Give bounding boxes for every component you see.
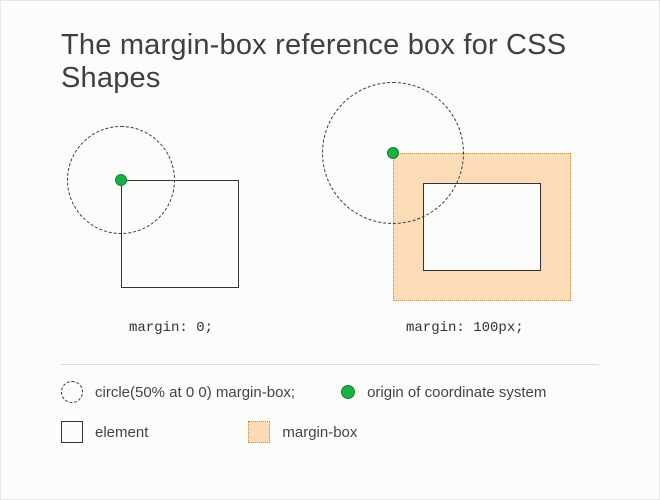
- dashed-circle-icon: [61, 381, 83, 403]
- legend-row: circle(50% at 0 0) margin-box; origin of…: [61, 381, 599, 403]
- legend-label: element: [95, 424, 148, 441]
- legend-divider: [61, 364, 599, 365]
- origin-dot-icon: [115, 174, 127, 186]
- diagram-caption: margin: 100px;: [406, 320, 524, 336]
- legend-item-element: element: [61, 421, 148, 443]
- element-box-icon: [61, 421, 83, 443]
- legend-label: circle(50% at 0 0) margin-box;: [95, 384, 295, 401]
- legend-item-origin: origin of coordinate system: [341, 384, 546, 401]
- origin-dot-icon: [387, 147, 399, 159]
- legend-label: origin of coordinate system: [367, 384, 546, 401]
- legend: circle(50% at 0 0) margin-box; origin of…: [61, 381, 599, 443]
- diagram-caption: margin: 0;: [129, 320, 213, 336]
- margin-box-icon: [248, 421, 270, 443]
- legend-row: element margin-box: [61, 421, 599, 443]
- diagram-frame: The margin-box reference box for CSS Sha…: [0, 0, 660, 500]
- page-title: The margin-box reference box for CSS Sha…: [61, 1, 599, 95]
- legend-item-margin-box: margin-box: [248, 421, 357, 443]
- origin-dot-icon: [341, 385, 355, 399]
- legend-label: margin-box: [282, 424, 357, 441]
- legend-item-circle-function: circle(50% at 0 0) margin-box;: [61, 381, 295, 403]
- diagram-area: margin: 0; margin: 100px;: [61, 105, 599, 350]
